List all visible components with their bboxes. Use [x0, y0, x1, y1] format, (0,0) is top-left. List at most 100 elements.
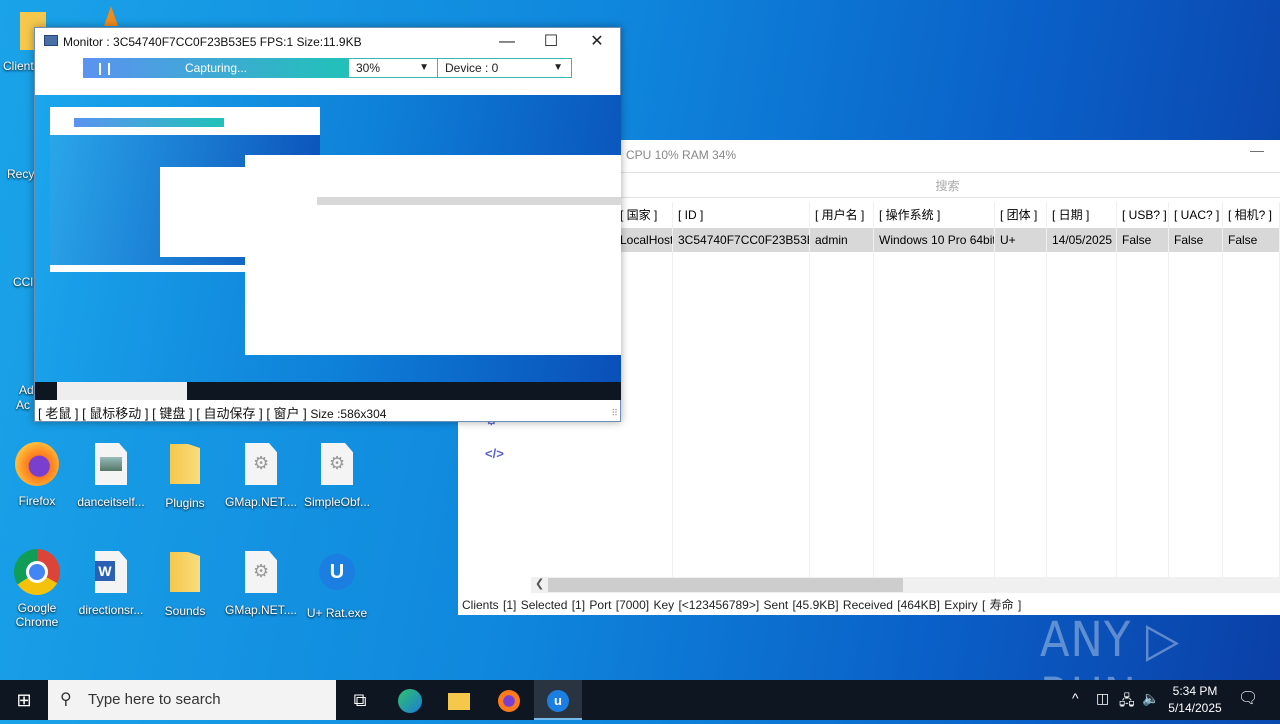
column-header[interactable]: [ 相机? ] — [1223, 202, 1280, 228]
table-row[interactable]: LocalHost 3C54740F7CC0F23B53E5 admin Window… — [615, 228, 1280, 252]
scroll-left-icon[interactable]: ❮ — [535, 577, 544, 590]
table-header: [ 国家 ][ ID ][ 用户名 ][ 操作系统 ][ 团体 ][ 日期 ][… — [615, 202, 1280, 228]
taskbar: ⊞ ⚲ Type here to search ⧉ u ^ ◫ 🖧 🔈 5:34… — [0, 680, 1280, 720]
code-icon[interactable]: </> — [485, 446, 504, 461]
device-select[interactable]: Device : 0 ▼ — [437, 58, 572, 78]
icon-label: danceitself... — [77, 495, 145, 509]
table-cell: Windows 10 Pro 64bit — [874, 228, 995, 252]
table-cell: 14/05/2025 — [1047, 228, 1117, 252]
table-cell: False — [1223, 228, 1280, 252]
column-header[interactable]: [ 用户名 ] — [810, 202, 874, 228]
config-file-icon: ⚙ — [313, 443, 361, 491]
table-cell: LocalHost — [615, 228, 673, 252]
window-title: CPU 10% RAM 34% — [626, 148, 737, 162]
capture-toggle-button[interactable]: ❙❙ Capturing... — [83, 58, 349, 78]
device-value: Device : 0 — [445, 61, 499, 75]
window-title: Monitor : 3C54740F7CC0F23B53E5 FPS:1 Siz… — [63, 35, 362, 49]
icon-label: Plugins — [165, 496, 205, 510]
monitor-window: Monitor : 3C54740F7CC0F23B53E5 FPS:1 Siz… — [34, 27, 621, 422]
clock[interactable]: 5:34 PM 5/14/2025 — [1166, 683, 1224, 717]
desktop-icon-plugins[interactable]: Plugins — [148, 440, 222, 510]
desktop-icon-gmap[interactable]: ⚙ GMap.NET.... — [224, 440, 298, 509]
column-divider — [1046, 202, 1047, 577]
chevron-down-icon: ▼ — [419, 62, 429, 73]
size-readout: Size :586x304 — [310, 407, 387, 421]
file-explorer-button[interactable] — [435, 680, 483, 720]
meet-now-icon[interactable]: ◫ — [1096, 690, 1109, 707]
column-header[interactable]: [ 团体 ] — [995, 202, 1047, 228]
minimize-button[interactable]: — — [1250, 142, 1264, 158]
monitor-status-bar: [ 老鼠 ] [ 鼠标移动 ] [ 键盘 ] [ 自动保存 ] [ 窗户 ] S… — [38, 403, 386, 422]
start-button[interactable]: ⊞ — [0, 680, 48, 720]
uplus-rat-button[interactable]: u — [534, 680, 582, 720]
table-cell: False — [1169, 228, 1223, 252]
close-button[interactable]: ✕ — [574, 30, 620, 54]
chevron-up-icon[interactable]: ^ — [1072, 690, 1079, 706]
folder-icon — [448, 692, 470, 710]
remote-screen-preview[interactable] — [35, 95, 621, 400]
volume-icon[interactable]: 🔈 — [1142, 690, 1159, 707]
desktop-icon-firefox[interactable]: Firefox — [0, 440, 74, 508]
column-header[interactable]: [ 国家 ] — [615, 202, 673, 228]
mouse-toggle[interactable]: [ 老鼠 ] — [38, 406, 78, 421]
column-header[interactable]: [ USB? ] — [1117, 202, 1169, 228]
horizontal-scrollbar[interactable]: ❮ — [531, 577, 1280, 593]
notifications-icon[interactable]: 🗨 — [1238, 688, 1258, 708]
column-header[interactable]: [ ID ] — [673, 202, 810, 228]
status-bar: Clients [1] Selected [1] Port [7000] Key… — [462, 598, 1022, 612]
desktop-icon-vlc-partial[interactable] — [104, 6, 118, 26]
icon-label: U+ Rat.exe — [306, 606, 368, 620]
network-icon[interactable]: 🖧 — [1119, 690, 1135, 714]
search-placeholder: Type here to search — [88, 691, 221, 708]
column-header[interactable]: [ 操作系统 ] — [874, 202, 995, 228]
column-divider — [809, 202, 810, 577]
column-divider — [1168, 202, 1169, 577]
firefox-button[interactable] — [485, 680, 533, 720]
folder-icon — [161, 552, 209, 600]
column-divider — [672, 202, 673, 577]
mouse-move-toggle[interactable]: [ 鼠标移动 ] — [82, 406, 148, 421]
table-cell: 3C54740F7CC0F23B53E5 — [673, 228, 810, 252]
window-toggle[interactable]: [ 窗户 ] — [266, 406, 306, 421]
firefox-icon — [13, 442, 61, 490]
scrollbar-thumb[interactable] — [548, 578, 903, 592]
icon-label: Google Chrome — [15, 601, 59, 629]
column-header[interactable]: [ 日期 ] — [1047, 202, 1117, 228]
table-cell: False — [1117, 228, 1169, 252]
monitor-icon — [44, 35, 58, 46]
resize-grip[interactable]: ⠿ — [611, 408, 618, 419]
edge-icon — [398, 689, 422, 714]
table-cell: U+ — [995, 228, 1047, 252]
task-view-button[interactable]: ⧉ — [336, 680, 384, 720]
maximize-button[interactable]: ☐ — [528, 30, 574, 54]
search-input[interactable]: 搜索 — [615, 172, 1280, 198]
chevron-down-icon: ▼ — [553, 62, 563, 73]
icon-label: Firefox — [18, 494, 56, 508]
table-cell: admin — [810, 228, 874, 252]
keyboard-toggle[interactable]: [ 键盘 ] — [152, 406, 192, 421]
minimize-button[interactable]: — — [484, 30, 530, 54]
column-header[interactable]: [ UAC? ] — [1169, 202, 1223, 228]
desktop-icon-directions[interactable]: W directionsr... — [74, 548, 148, 617]
desktop-icon-uplus-rat[interactable]: U U+ Rat.exe — [300, 548, 374, 620]
desktop-label-partial: Ac — [16, 398, 31, 412]
desktop-icon-gmap-2[interactable]: ⚙ GMap.NET.... — [224, 548, 298, 617]
preview-main-window — [245, 155, 621, 355]
desktop-label-partial: Client — [3, 59, 34, 73]
desktop-icon-sounds[interactable]: Sounds — [148, 548, 222, 618]
quality-select[interactable]: 30% ▼ — [348, 58, 438, 78]
column-divider — [1222, 202, 1223, 577]
task-view-icon: ⧉ — [353, 690, 367, 710]
uplus-app-icon: u — [547, 690, 569, 713]
preview-taskbar — [35, 382, 621, 400]
autosave-toggle[interactable]: [ 自动保存 ] — [196, 406, 262, 421]
desktop-icon-danceitself[interactable]: danceitself... — [74, 440, 148, 509]
image-file-icon — [87, 443, 135, 491]
time: 5:34 PM — [1172, 684, 1218, 698]
edge-button[interactable] — [386, 680, 434, 720]
desktop-icon-simpleobf[interactable]: ⚙ SimpleObf... — [300, 440, 374, 509]
icon-label: directionsr... — [78, 603, 144, 617]
windows-icon: ⊞ — [16, 690, 32, 710]
desktop-icon-chrome[interactable]: Google Chrome — [0, 548, 74, 629]
taskbar-search[interactable]: ⚲ Type here to search — [48, 680, 336, 720]
